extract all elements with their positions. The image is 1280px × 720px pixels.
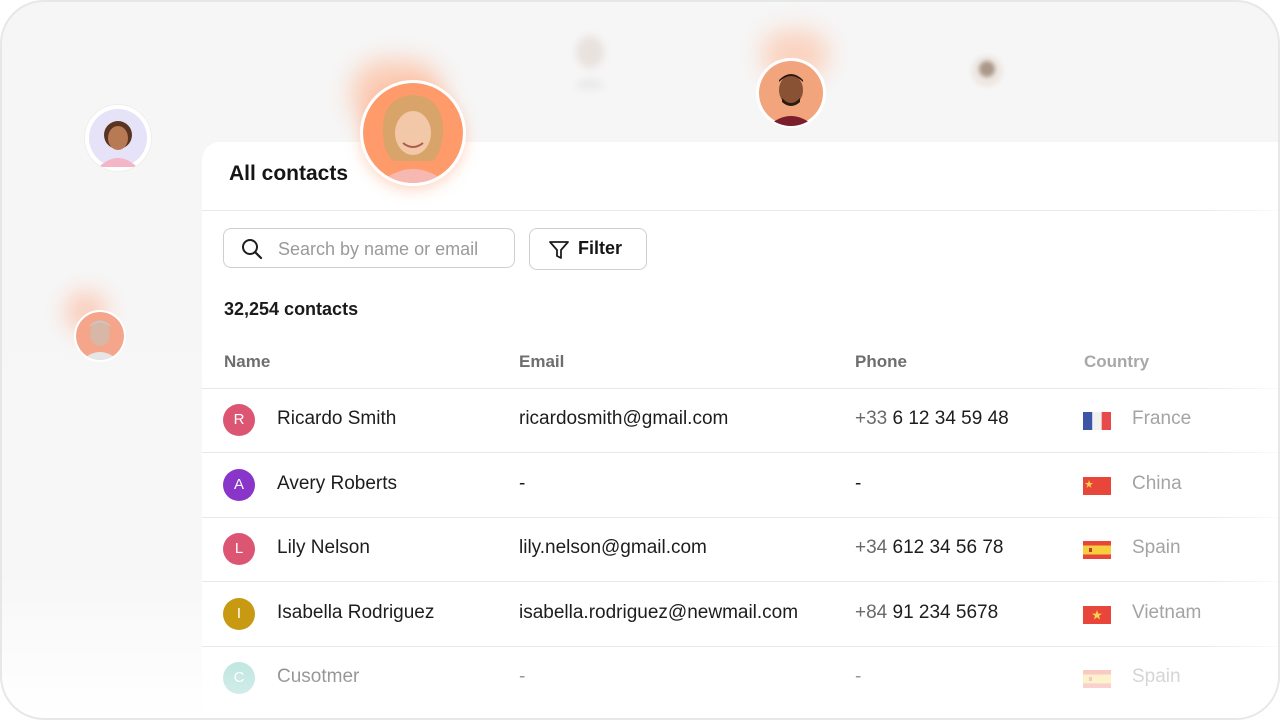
person-avatar <box>74 310 126 362</box>
person-avatar <box>84 104 152 172</box>
flag-spain-icon <box>1083 670 1111 688</box>
contact-country: Vietnam <box>1132 602 1202 623</box>
table-row[interactable]: A Avery Roberts - - China <box>202 453 1278 517</box>
table-row[interactable]: C Cusotmer - - Spain <box>202 646 1278 710</box>
contact-name: Isabella Rodriguez <box>277 602 435 623</box>
contact-name: Lily Nelson <box>277 537 370 558</box>
table-row[interactable]: L Lily Nelson lily.nelson@gmail.com +34 … <box>202 517 1278 581</box>
contact-initial-avatar: L <box>223 533 255 565</box>
column-header-country[interactable]: Country <box>1084 352 1149 372</box>
phone-number: 6 12 34 59 48 <box>892 408 1009 429</box>
blurred-person-avatar <box>970 54 1004 88</box>
phone-number: - <box>855 473 862 494</box>
contact-initial-avatar: R <box>223 404 255 436</box>
page-title: All contacts <box>229 162 349 185</box>
flag-china-icon <box>1083 477 1111 495</box>
contact-email: - <box>519 666 526 687</box>
flag-vietnam-icon <box>1083 606 1111 624</box>
contact-name: Cusotmer <box>277 666 360 687</box>
contact-name: Ricardo Smith <box>277 408 397 429</box>
filter-button[interactable]: Filter <box>529 228 647 270</box>
filter-icon <box>548 239 570 266</box>
phone-number: - <box>855 666 862 687</box>
phone-country-code: +84 <box>855 602 888 623</box>
phone-country-code: +34 <box>855 537 888 558</box>
phone-country-code: +33 <box>855 408 888 429</box>
search-icon <box>241 238 263 265</box>
contact-name: Avery Roberts <box>277 473 398 494</box>
contact-initial-avatar: I <box>223 598 255 630</box>
contact-initial-avatar: C <box>223 662 255 694</box>
column-header-phone[interactable]: Phone <box>855 352 907 372</box>
blurred-person-avatar <box>568 30 612 90</box>
table-row[interactable]: I Isabella Rodriguez isabella.rodriguez@… <box>202 582 1278 646</box>
featured-person-avatar <box>360 80 466 186</box>
contact-email: ricardosmith@gmail.com <box>519 408 729 429</box>
table-row[interactable]: R Ricardo Smith ricardosmith@gmail.com +… <box>202 388 1278 452</box>
contact-email: lily.nelson@gmail.com <box>519 537 707 558</box>
flag-spain-icon <box>1083 541 1111 559</box>
contacts-panel: All contacts Filter 32,254 contacts Name… <box>202 142 1278 718</box>
contacts-count: 32,254 contacts <box>224 299 359 319</box>
app-frame: All contacts Filter 32,254 contacts Name… <box>0 0 1280 720</box>
contact-country: France <box>1132 408 1192 429</box>
contact-country: Spain <box>1132 537 1181 558</box>
flag-france-icon <box>1083 412 1111 430</box>
contact-initial-avatar: A <box>223 469 255 501</box>
column-header-email[interactable]: Email <box>519 352 564 372</box>
search-input[interactable] <box>276 229 510 269</box>
contact-email: - <box>519 473 526 494</box>
column-header-name[interactable]: Name <box>224 352 270 372</box>
person-avatar <box>756 58 826 128</box>
phone-number: 91 234 5678 <box>892 602 999 623</box>
phone-number: 612 34 56 78 <box>892 537 1004 558</box>
search-box[interactable] <box>223 228 515 269</box>
contact-email: isabella.rodriguez@newmail.com <box>519 602 799 623</box>
contact-country: Spain <box>1132 666 1181 687</box>
filter-button-label: Filter <box>578 238 623 258</box>
contact-country: China <box>1132 473 1182 494</box>
